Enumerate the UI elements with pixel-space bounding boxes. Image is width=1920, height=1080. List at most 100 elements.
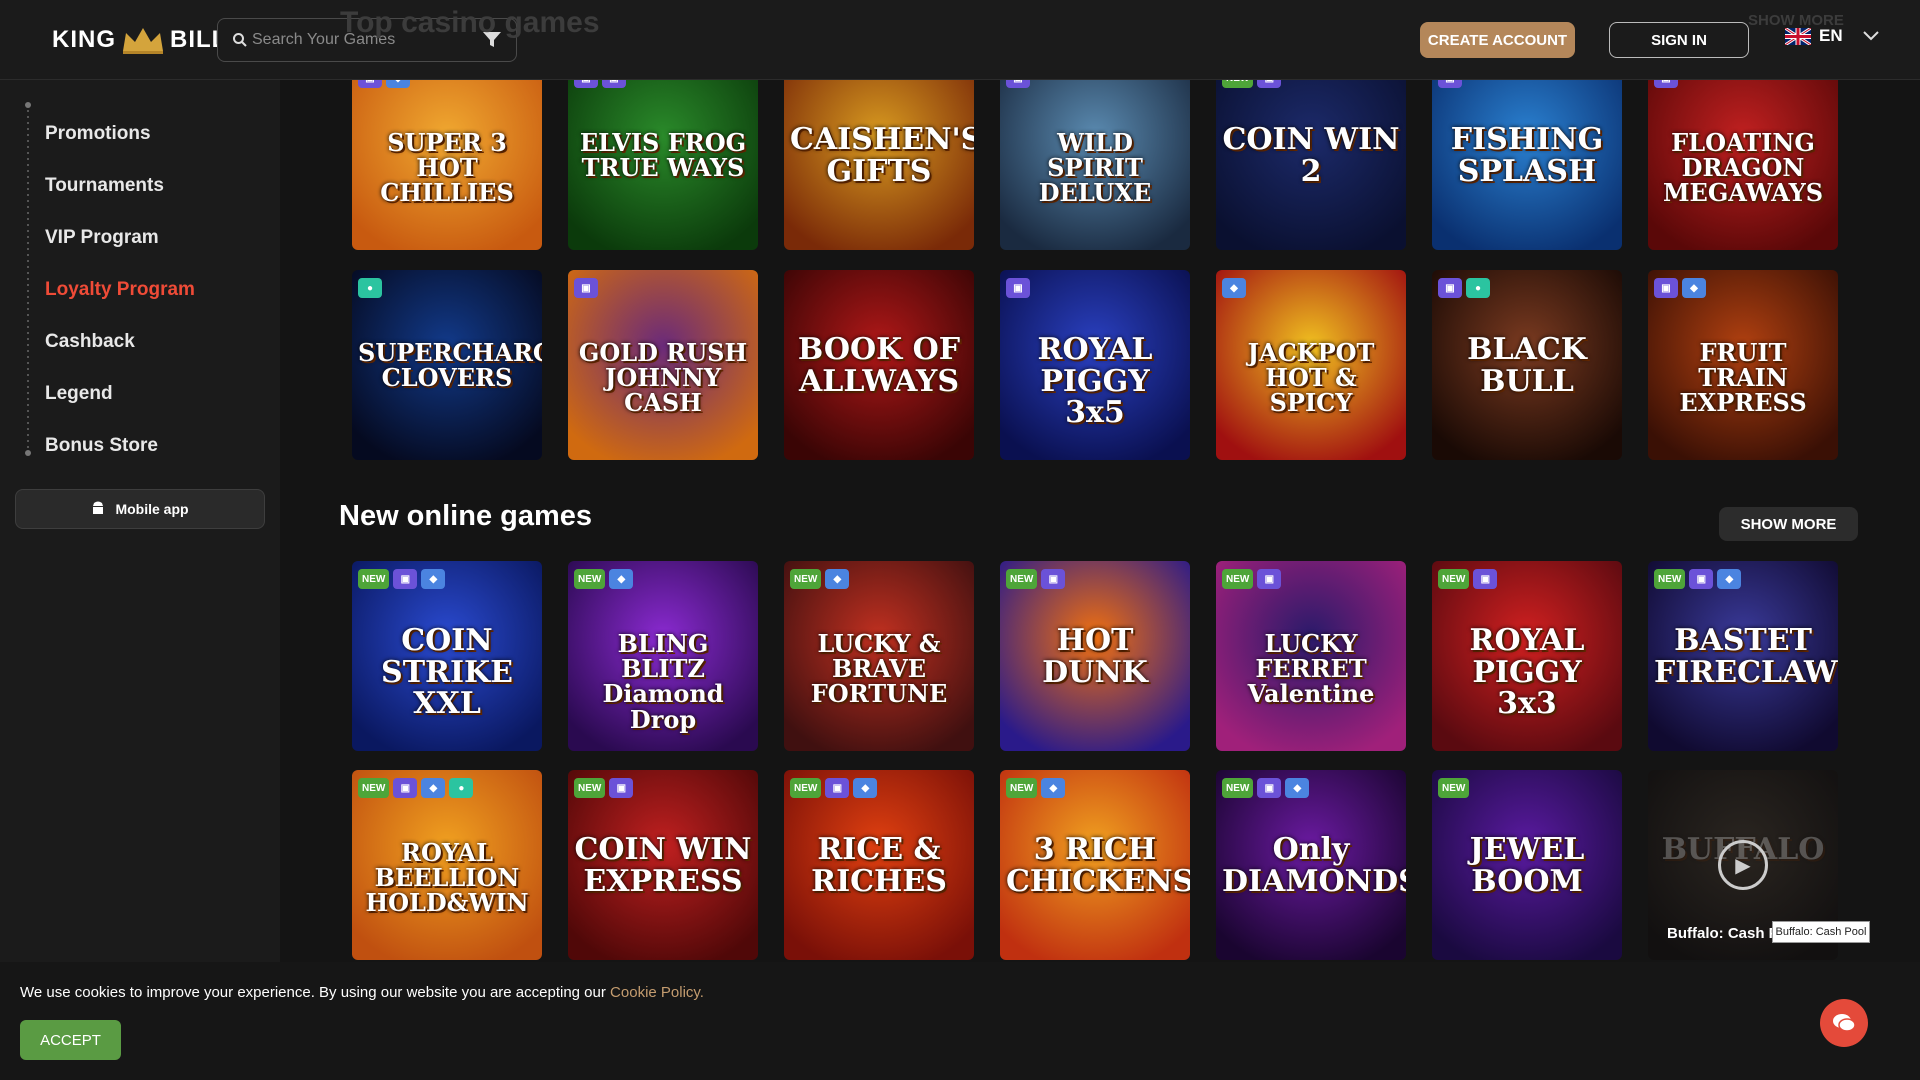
sidebar-item-legend[interactable]: Legend [45,370,195,422]
new-game-tile[interactable]: NEW ▣ ◆ Only DIAMONDS [1216,770,1406,960]
diamond-icon: ◆ [421,778,446,798]
diamond-icon: ◆ [853,778,878,798]
game-title: SUPER 3 HOT CHILLIES [380,128,514,208]
top-game-tile[interactable]: ▣ ROYAL PIGGY 3x5 [1000,270,1190,460]
top-game-tile[interactable]: ▣WILD SPIRIT DELUXE [1000,60,1190,250]
diamond-icon: ◆ [1717,569,1742,589]
game-title: JACKPOT HOT & SPICY [1247,338,1375,418]
sidebar-item-cashback[interactable]: Cashback [45,318,195,370]
accept-cookies-button[interactable]: ACCEPT [20,1020,121,1060]
new-badge: NEW [1006,569,1038,589]
top-game-tile[interactable]: ▣ GOLD RUSH JOHNNY CASH [568,270,758,460]
game-title: LUCKY FERRET Valentine [1247,629,1375,709]
new-badge: NEW [1654,569,1686,589]
game-title: COIN WIN EXPRESS [574,832,752,899]
new-game-tile[interactable]: NEW ▣ HOT DUNK [1000,561,1190,751]
search-icon [233,33,247,47]
top-game-tile[interactable]: CAISHEN'S GIFTS [784,60,974,250]
gift-icon: ▣ [1438,278,1462,298]
diamond-icon: ◆ [1041,778,1066,798]
new-badge: NEW [358,778,390,798]
sign-in-button[interactable]: SIGN IN [1609,22,1749,58]
tile-badges: NEW ▣ ◆ [790,778,960,798]
tile-badges: NEW ▣ ◆ [1222,778,1392,798]
new-game-tile[interactable]: NEW ◆ 3 RICH CHICKENS [1000,770,1190,960]
tile-badges: NEW ◆ [790,569,960,589]
top-game-tile[interactable]: ● SUPERCHARGED CLOVERS [352,270,542,460]
gift-icon: ▣ [1257,778,1282,798]
game-title: HOT DUNK [1042,623,1148,690]
cookie-policy-link[interactable]: Cookie Policy. [610,984,704,1001]
create-account-button[interactable]: CREATE ACCOUNT [1420,22,1575,58]
new-game-tile[interactable]: NEW JEWEL BOOM [1432,770,1622,960]
game-title: JEWEL BOOM [1469,832,1585,899]
gift-icon: ▣ [1654,278,1678,298]
new-game-tile[interactable]: NEW ▣ ◆ RICE & RICHES [784,770,974,960]
king-billy-logo[interactable]: KING BILLY [52,22,242,58]
sidebar-item-promotions[interactable]: Promotions [45,110,195,162]
tile-badges: NEW▣ [1006,569,1176,589]
ghost-section-title: Top casino games [340,6,600,39]
diamond-icon: ◆ [609,569,634,589]
sidebar-item-loyalty-program[interactable]: Loyalty Program [45,266,195,318]
game-title: WILD SPIRIT DELUXE [1038,128,1152,208]
gift-icon: ▣ [1473,569,1498,589]
sidebar-item-tournaments[interactable]: Tournaments [45,162,195,214]
top-game-tile[interactable]: NEW▣COIN WIN 2 [1216,60,1406,250]
bulb-icon: ● [1466,278,1490,298]
tile-badges: ▣ ● [1438,278,1608,298]
new-badge: NEW [574,569,606,589]
top-game-tile[interactable]: ▣FISHING SPLASH [1432,60,1622,250]
game-title: LUCKY & BRAVE FORTUNE [810,629,948,709]
gift-icon: ▣ [574,278,598,298]
diamond-icon: ◆ [1222,278,1246,298]
crown-icon [123,28,163,54]
game-title: BLACK BULL [1467,332,1587,399]
top-game-tile[interactable]: BOOK OF ALLWAYS [784,270,974,460]
tile-badges: ◆ [1222,278,1392,298]
language-selector[interactable]: EN [1785,26,1879,46]
diamond-icon: ◆ [825,569,850,589]
top-game-tile[interactable]: ▣▣ELVIS FROG TRUE WAYS [568,60,758,250]
game-title: BASTET FIRECLAW [1654,623,1838,690]
new-game-tile[interactable]: NEW ▣ ◆ COIN STRIKE XXL [352,561,542,751]
game-title: FLOATING DRAGON MEGAWAYS [1662,128,1824,208]
gift-icon: ▣ [1689,569,1714,589]
new-game-tile[interactable]: NEW ▣ LUCKY FERRET Valentine [1216,561,1406,751]
new-game-tile[interactable]: NEW ▣ ◆ BASTET FIRECLAW [1648,561,1838,751]
cookie-message: We use cookies to improve your experienc… [20,984,611,1001]
sidebar-item-vip-program[interactable]: VIP Program [45,214,195,266]
new-badge: NEW [1222,569,1254,589]
gift-icon: ▣ [1041,569,1066,589]
show-more-button[interactable]: SHOW MORE [1719,507,1858,541]
tile-badges: ▣ [574,278,744,298]
new-game-tile[interactable]: NEW ▣ COIN WIN EXPRESS [568,770,758,960]
chat-button[interactable] [1820,999,1868,1047]
nav-dot-bottom [25,450,31,456]
top-game-tile[interactable]: ▣FLOATING DRAGON MEGAWAYS [1648,60,1838,250]
new-game-tile[interactable]: NEW ▣ ◆ ● ROYAL BEELLION HOLD&WIN [352,770,542,960]
play-icon[interactable]: ▶ [1718,840,1768,890]
diamond-icon: ◆ [1682,278,1706,298]
language-code: EN [1819,26,1843,45]
tile-badges: ● [358,278,528,298]
chevron-down-icon [1862,31,1879,41]
top-header: KING BILLY CREATE ACCOUNT SIGN IN EN [0,0,1920,80]
gift-icon: ▣ [393,778,418,798]
chat-icon [1833,1014,1856,1032]
new-game-tile[interactable]: NEW ▣ ROYAL PIGGY 3x3 [1432,561,1622,751]
new-game-tile[interactable]: NEW ◆ BLING BLITZ Diamond Drop [568,561,758,751]
diamond-icon: ◆ [1285,778,1310,798]
mobile-app-button[interactable]: Mobile app [15,489,265,529]
top-game-tile[interactable]: ◆ JACKPOT HOT & SPICY [1216,270,1406,460]
sidebar-item-bonus-store[interactable]: Bonus Store [45,422,195,474]
game-title: ROYAL PIGGY 3x5 [1037,332,1153,430]
tile-badges: NEW▣ [574,778,744,798]
top-game-tile[interactable]: ▣ ◆ FRUIT TRAIN EXPRESS [1648,270,1838,460]
game-title: ELVIS FROG TRUE WAYS [579,128,747,183]
top-game-tile[interactable]: ▣◆SUPER 3 HOT CHILLIES [352,60,542,250]
ghost-show-more: SHOW MORE [1748,12,1844,29]
top-game-tile[interactable]: ▣ ● BLACK BULL [1432,270,1622,460]
new-game-tile[interactable]: NEW ◆ LUCKY & BRAVE FORTUNE [784,561,974,751]
game-title: COIN WIN 2 [1222,122,1400,189]
